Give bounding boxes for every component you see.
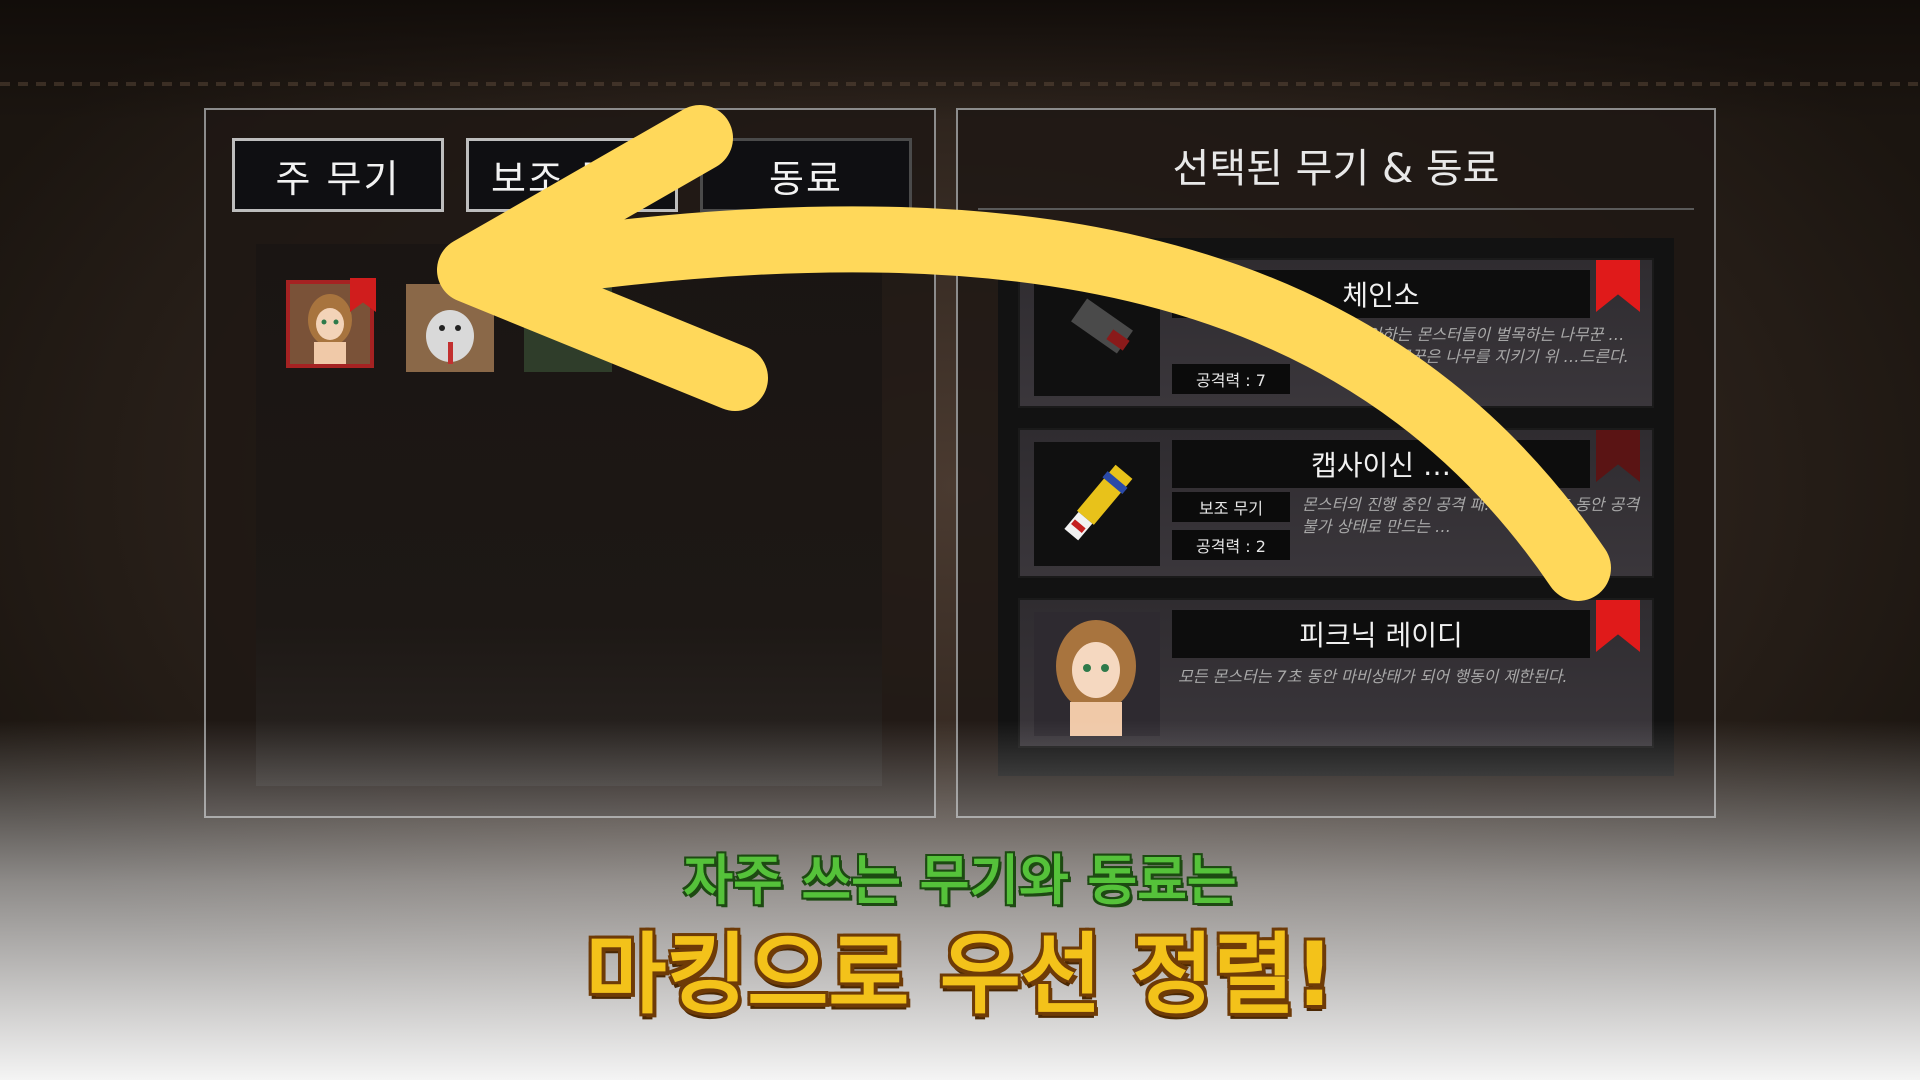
caption-line-2: 마킹으로 우선 정렬! xyxy=(585,923,1335,1026)
